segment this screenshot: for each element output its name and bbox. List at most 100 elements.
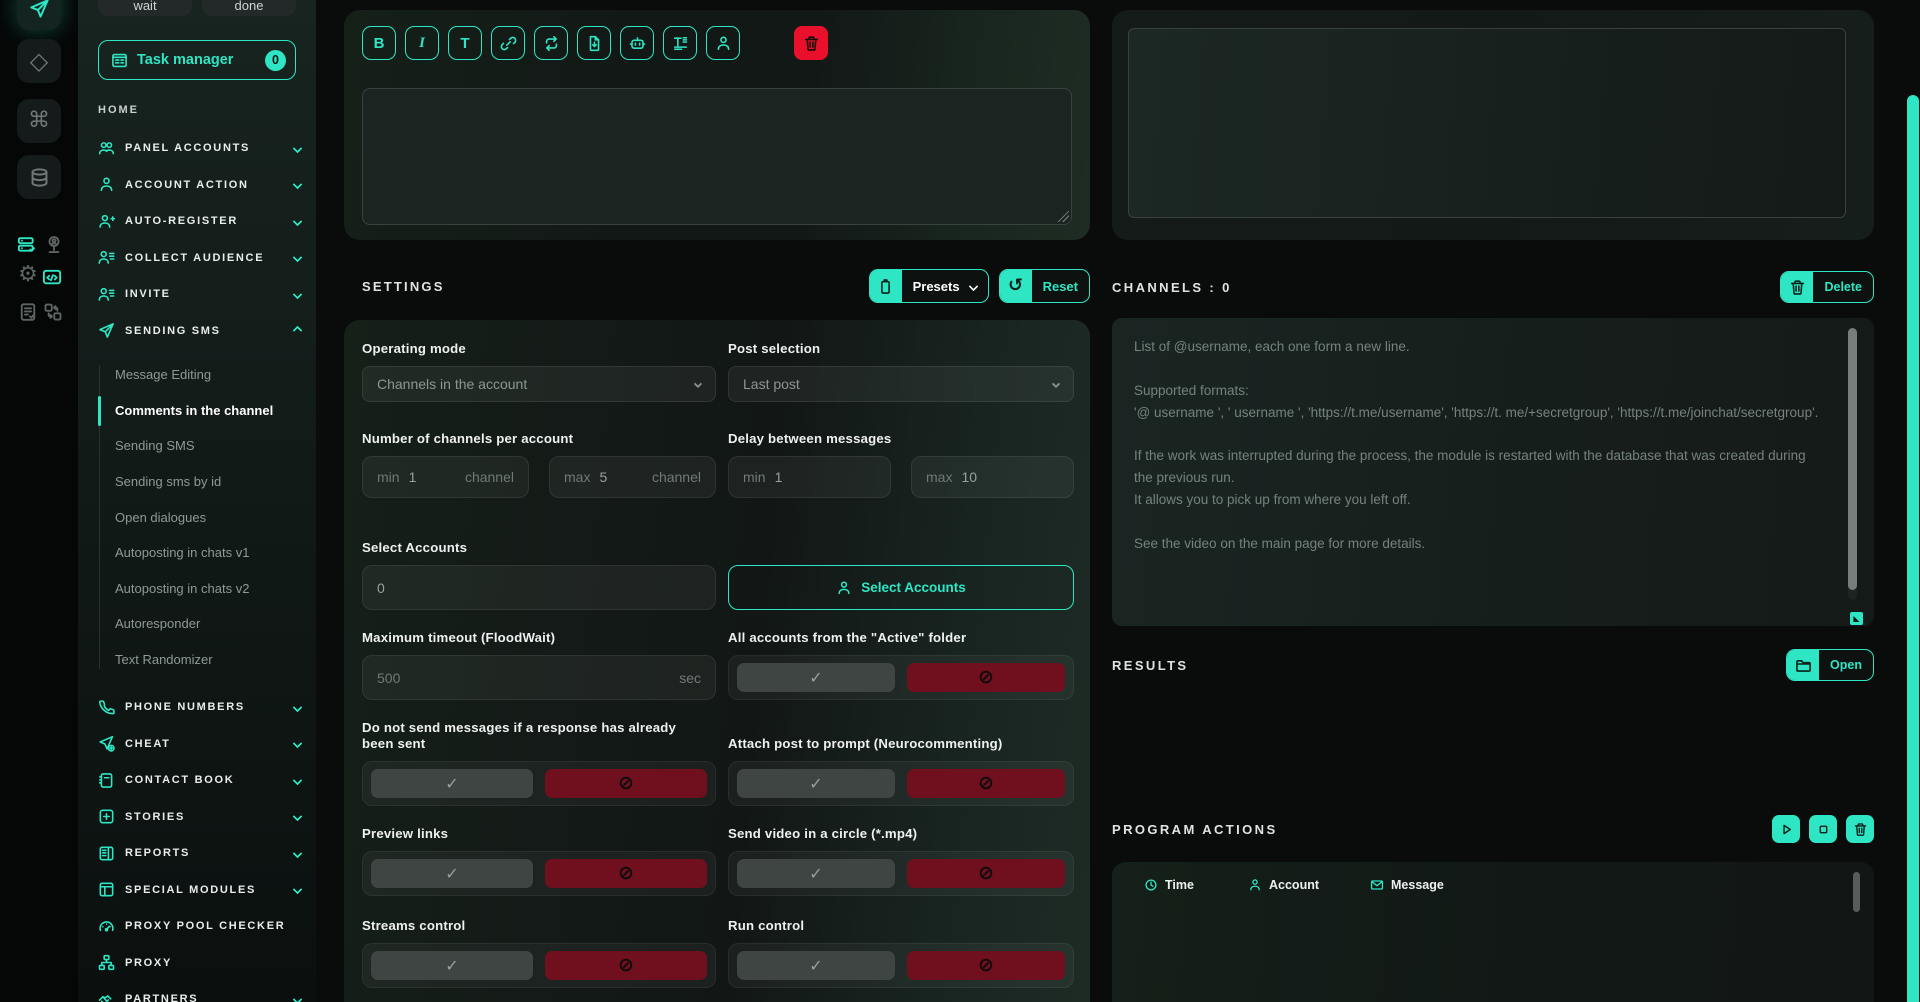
delay-min-input[interactable]: min 1 <box>728 456 891 498</box>
sidebar-item-stories[interactable]: STORIES <box>78 799 316 836</box>
delete-channels-button[interactable]: Delete <box>1780 271 1874 303</box>
post-selection-label: Post selection <box>728 341 1074 357</box>
person-icon <box>1248 878 1262 892</box>
toggle-on-option[interactable]: ✓ <box>737 859 895 888</box>
select-accounts-button[interactable]: Select Accounts <box>728 565 1074 610</box>
sidebar-item-sending-sms[interactable]: SENDING SMS <box>78 313 316 350</box>
sidebar-item-message-editing[interactable]: Message Editing <box>78 357 316 393</box>
program-actions-table: Time Account Message <box>1112 862 1874 1002</box>
column-account: Account <box>1248 878 1370 892</box>
rail-database-button[interactable] <box>17 155 61 199</box>
toggle-on-option[interactable]: ✓ <box>737 951 895 980</box>
title-icon: T <box>460 35 469 52</box>
sidebar-item-text-randomizer[interactable]: Text Randomizer <box>78 642 316 678</box>
task-manager-button[interactable]: Task manager 0 <box>98 40 296 80</box>
settings-gear-button[interactable]: ⚙ <box>15 262 41 288</box>
transfer-icon <box>43 302 63 322</box>
channels-min-input[interactable]: min 1 channel <box>362 456 529 498</box>
toggle-off-option[interactable]: ⊘ <box>545 951 707 980</box>
toggle-off-option[interactable]: ⊘ <box>907 951 1065 980</box>
toggle-off-option[interactable]: ⊘ <box>545 859 707 888</box>
account-manager-button[interactable] <box>42 232 66 258</box>
sidebar-item-collect-audience[interactable]: COLLECT AUDIENCE <box>78 240 316 277</box>
toggle-off-option[interactable]: ⊘ <box>907 663 1065 692</box>
toggle-off-option[interactable]: ⊘ <box>545 769 707 798</box>
italic-button[interactable]: I <box>405 26 439 60</box>
bot-button[interactable] <box>620 26 654 60</box>
sidebar-item-sending-sms-sub[interactable]: Sending SMS <box>78 428 316 464</box>
link-button[interactable] <box>491 26 525 60</box>
server-check-button[interactable] <box>16 234 38 256</box>
message-text-input[interactable] <box>362 88 1072 225</box>
delete-message-button[interactable] <box>794 26 828 60</box>
toggle-off-option[interactable]: ⊘ <box>907 769 1065 798</box>
open-results-button[interactable]: Open <box>1786 649 1874 681</box>
transfer-button[interactable] <box>42 301 64 323</box>
delay-max-input[interactable]: max 10 <box>911 456 1074 498</box>
stop-button[interactable] <box>1809 815 1837 843</box>
start-button[interactable] <box>1772 815 1800 843</box>
sidebar-item-auto-register[interactable]: AUTO-REGISTER <box>78 203 316 240</box>
select-accounts-field: Select Accounts 0 <box>362 540 716 610</box>
channels-max-input[interactable]: max 5 channel <box>549 456 716 498</box>
preview-links-label: Preview links <box>362 826 716 842</box>
toggle-on-option[interactable]: ✓ <box>737 663 895 692</box>
sidebar-item-comments-in-the-channel[interactable]: Comments in the channel <box>78 393 316 429</box>
wait-button[interactable]: wait <box>98 0 192 16</box>
sidebar-item-partners[interactable]: PARTNERS <box>78 981 316 1002</box>
code-window-button[interactable] <box>40 266 64 288</box>
accounts-count-input[interactable]: 0 <box>362 565 716 610</box>
sidebar-item-autoposting-v1[interactable]: Autoposting in chats v1 <box>78 535 316 571</box>
text-format-button[interactable] <box>663 26 697 60</box>
sidebar-item-reports[interactable]: REPORTS <box>78 835 316 872</box>
rail-premium-button[interactable]: ◇ <box>17 39 61 83</box>
post-selection-select[interactable]: Last post <box>728 366 1074 402</box>
sidebar-item-account-action[interactable]: ACCOUNT ACTION <box>78 167 316 204</box>
toggle-off-option[interactable]: ⊘ <box>907 859 1065 888</box>
table-scrollbar-thumb[interactable] <box>1853 872 1860 912</box>
mention-button[interactable] <box>706 26 740 60</box>
file-download-icon <box>586 35 603 52</box>
repeat-button[interactable] <box>534 26 568 60</box>
attach-file-button[interactable] <box>577 26 611 60</box>
rail-command-button[interactable]: ⌘ <box>17 99 61 143</box>
sidebar-item-cheat[interactable]: CHEAT <box>78 726 316 763</box>
sidebar-item-invite[interactable]: INVITE <box>78 276 316 313</box>
license-button[interactable] <box>17 301 39 323</box>
rail-sending-button[interactable] <box>17 0 61 30</box>
reset-button[interactable]: ↺ Reset <box>999 269 1090 303</box>
sidebar-item-panel-accounts[interactable]: PANEL ACCOUNTS <box>78 130 316 167</box>
sidebar-item-open-dialogues[interactable]: Open dialogues <box>78 499 316 535</box>
channels-input-area[interactable]: List of @username, each one form a new l… <box>1112 318 1874 626</box>
sidebar-item-autoresponder[interactable]: Autoresponder <box>78 606 316 642</box>
sidebar-item-sending-sms-by-id[interactable]: Sending sms by id <box>78 464 316 500</box>
presets-button[interactable]: Presets <box>869 269 989 303</box>
toggle-on-option[interactable]: ✓ <box>371 859 533 888</box>
open-label: Open <box>1830 658 1862 672</box>
channels-scrollbar-thumb[interactable] <box>1848 328 1857 590</box>
database-icon <box>29 167 50 188</box>
preview-links-toggle: ✓ ⊘ <box>362 851 716 896</box>
sidebar-item-special-modules[interactable]: SPECIAL MODULES <box>78 872 316 909</box>
sidebar-item-proxy[interactable]: PROXY <box>78 945 316 982</box>
sidebar-item-phone-numbers[interactable]: PHONE NUMBERS <box>78 689 316 726</box>
clear-log-button[interactable] <box>1846 815 1874 843</box>
resize-grip-icon[interactable] <box>1058 211 1069 222</box>
check-icon: ✓ <box>809 958 822 974</box>
sidebar-item-home[interactable]: HOME <box>98 104 139 116</box>
toggle-on-option[interactable]: ✓ <box>371 951 533 980</box>
page-scrollbar-thumb[interactable] <box>1907 95 1919 1002</box>
resize-handle-icon[interactable]: ◣ <box>1850 612 1863 625</box>
done-button[interactable]: done <box>202 0 296 16</box>
operating-mode-select[interactable]: Channels in the account <box>362 366 716 402</box>
title-button[interactable]: T <box>448 26 482 60</box>
toggle-on-option[interactable]: ✓ <box>371 769 533 798</box>
block-icon: ⊘ <box>978 668 994 687</box>
sidebar-item-proxy-pool-checker[interactable]: PROXY POOL CHECKER <box>78 908 316 945</box>
sidebar-item-contact-book[interactable]: CONTACT BOOK <box>78 762 316 799</box>
timeout-input[interactable]: 500 sec <box>362 655 716 700</box>
check-icon: ✓ <box>809 776 822 792</box>
toggle-on-option[interactable]: ✓ <box>737 769 895 798</box>
bold-button[interactable]: B <box>362 26 396 60</box>
sidebar-item-autoposting-v2[interactable]: Autoposting in chats v2 <box>78 571 316 607</box>
